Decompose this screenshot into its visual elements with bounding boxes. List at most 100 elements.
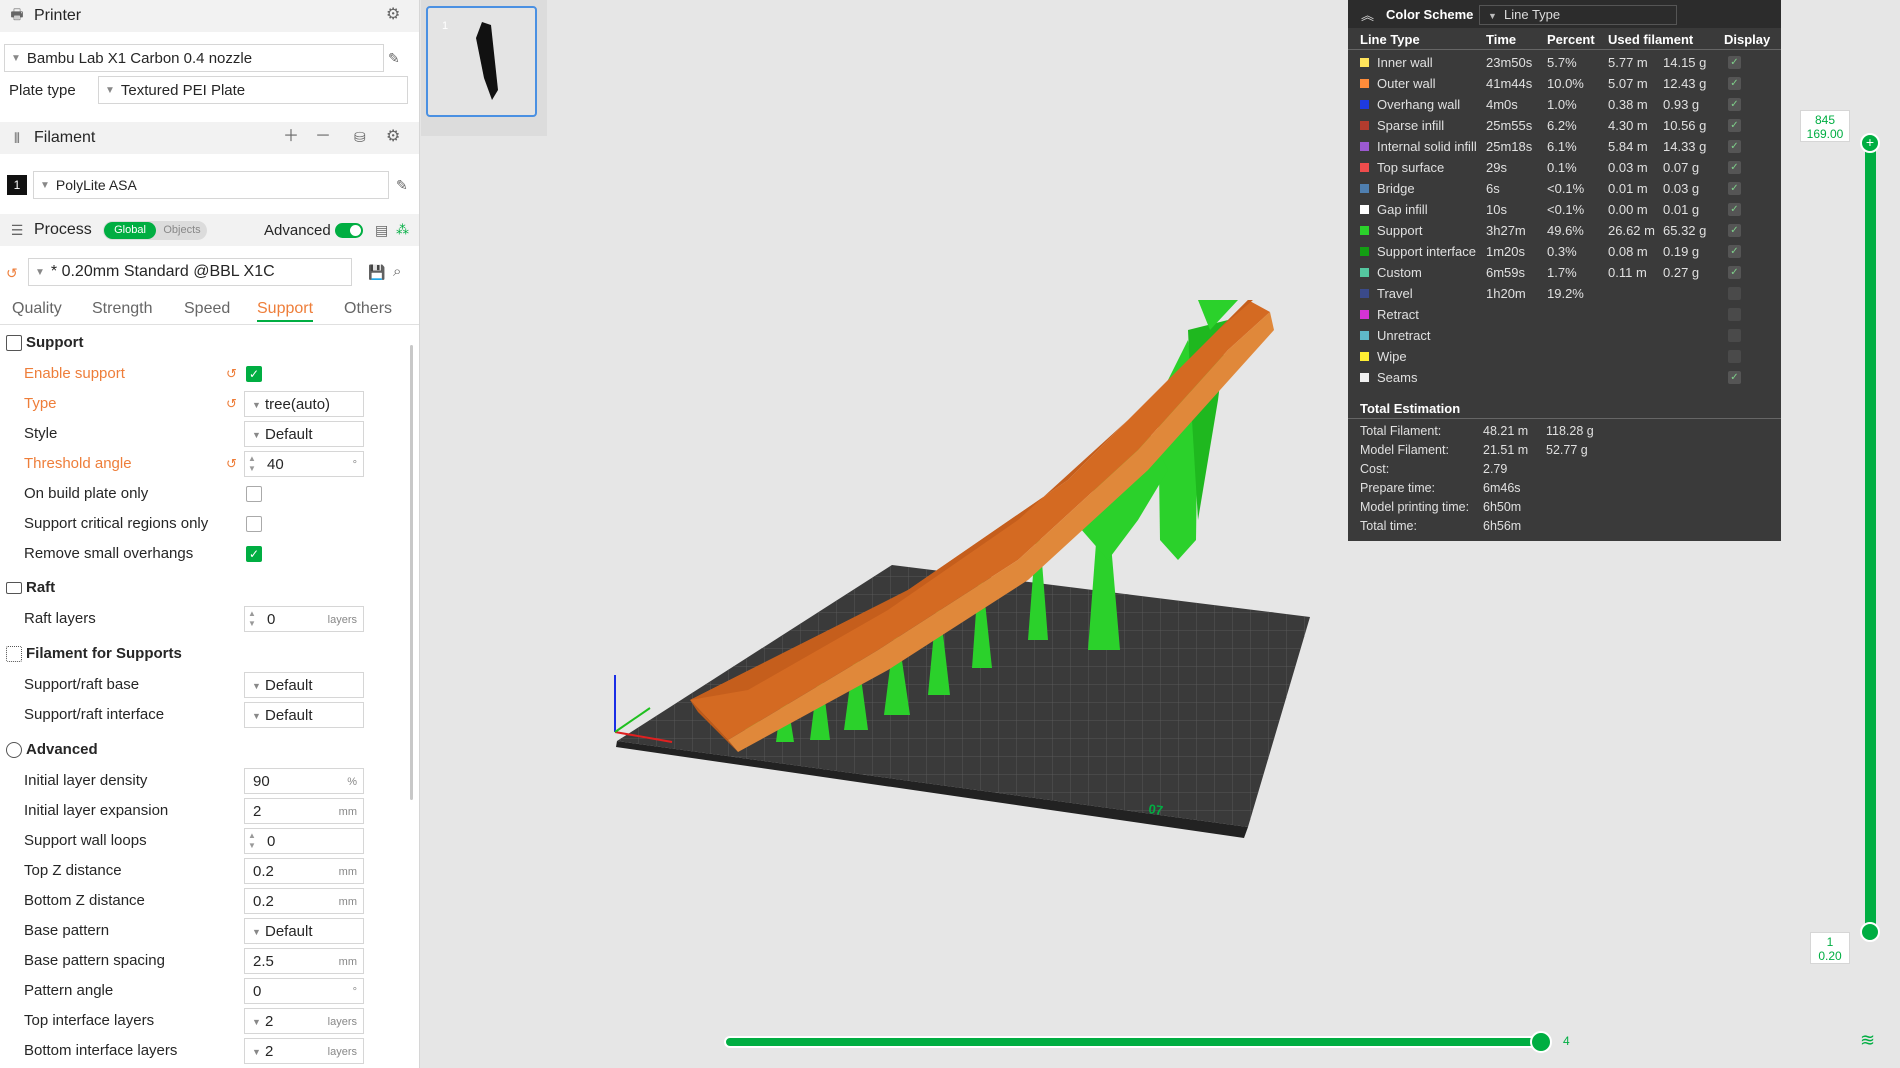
printer-select-value: Bambu Lab X1 Carbon 0.4 nozzle bbox=[26, 49, 253, 67]
on-build-plate-checkbox[interactable] bbox=[246, 486, 262, 502]
process-preset-select[interactable]: ▼ * 0.20mm Standard @BBL X1C bbox=[28, 258, 352, 286]
display-checkbox[interactable]: ✓ bbox=[1728, 182, 1741, 195]
line-type-row[interactable]: Inner wall 23m50s 5.7% 5.77 m 14.15 g ✓ bbox=[1348, 52, 1781, 73]
reset-icon[interactable]: ↺ bbox=[226, 456, 237, 472]
display-checkbox[interactable]: ✓ bbox=[1728, 350, 1741, 363]
threshold-angle-input[interactable]: ▲ ▼ 40 ° bbox=[244, 451, 364, 477]
display-checkbox[interactable]: ✓ bbox=[1728, 245, 1741, 258]
display-checkbox[interactable]: ✓ bbox=[1728, 308, 1741, 321]
gear-icon[interactable]: ⚙ bbox=[386, 7, 400, 23]
initial-expansion-input[interactable]: 2 mm bbox=[244, 798, 364, 824]
list-view-icon[interactable]: ▤ bbox=[375, 222, 388, 238]
edit-icon[interactable]: ✎ bbox=[396, 177, 408, 193]
display-checkbox[interactable]: ✓ bbox=[1728, 203, 1741, 216]
printer-section-header[interactable]: 🖶 Printer ⚙ bbox=[0, 0, 419, 32]
line-type-row[interactable]: Outer wall 41m44s 10.0% 5.07 m 12.43 g ✓ bbox=[1348, 73, 1781, 94]
objects-toggle-option[interactable]: Objects bbox=[159, 222, 205, 239]
remove-small-checkbox[interactable]: ✓ bbox=[246, 546, 262, 562]
layer-slider-track[interactable] bbox=[1865, 140, 1876, 930]
type-select[interactable]: ▼ tree(auto) bbox=[244, 391, 364, 417]
base-spacing-input[interactable]: 2.5 mm bbox=[244, 948, 364, 974]
top-z-input[interactable]: 0.2 mm bbox=[244, 858, 364, 884]
tab-quality[interactable]: Quality bbox=[12, 300, 62, 318]
tab-others[interactable]: Others bbox=[344, 300, 392, 318]
raft-interface-select[interactable]: ▼ Default bbox=[244, 702, 364, 728]
filament-select[interactable]: ▼ PolyLite ASA bbox=[33, 171, 389, 199]
line-type-row[interactable]: Bridge 6s <0.1% 0.01 m 0.03 g ✓ bbox=[1348, 178, 1781, 199]
raft-layers-input[interactable]: ▲ ▼ 0 layers bbox=[244, 606, 364, 632]
sidebar-scrollbar[interactable] bbox=[410, 345, 413, 800]
line-type-row[interactable]: Overhang wall 4m0s 1.0% 0.38 m 0.93 g ✓ bbox=[1348, 94, 1781, 115]
line-type-row[interactable]: Wipe ✓ bbox=[1348, 346, 1781, 367]
reset-icon[interactable]: ↺ bbox=[226, 366, 237, 382]
line-type-row[interactable]: Retract ✓ bbox=[1348, 304, 1781, 325]
line-type-row[interactable]: Top surface 29s 0.1% 0.03 m 0.07 g ✓ bbox=[1348, 157, 1781, 178]
reset-icon[interactable]: ↺ bbox=[226, 396, 237, 412]
color-scheme-select[interactable]: ▼ Line Type bbox=[1479, 5, 1677, 25]
bottom-z-input[interactable]: 0.2 mm bbox=[244, 888, 364, 914]
filament-sync-icon[interactable]: ⛁ bbox=[354, 129, 366, 145]
layers-icon[interactable]: ≋ bbox=[1860, 1030, 1875, 1051]
move-slider-knob[interactable] bbox=[1530, 1031, 1552, 1053]
raft-base-select[interactable]: ▼ Default bbox=[244, 672, 364, 698]
printer-select[interactable]: ▼ Bambu Lab X1 Carbon 0.4 nozzle bbox=[4, 44, 384, 72]
line-type-row[interactable]: Gap infill 10s <0.1% 0.00 m 0.01 g ✓ bbox=[1348, 199, 1781, 220]
top-interface-select[interactable]: ▼ 2 layers bbox=[244, 1008, 364, 1034]
plate-thumbnail[interactable]: 1 bbox=[426, 6, 537, 117]
compare-icon[interactable]: ⁂ bbox=[396, 222, 409, 238]
gear-icon[interactable]: ⚙ bbox=[386, 129, 400, 145]
line-type-row[interactable]: Support interface 1m20s 0.3% 0.08 m 0.19 g ✓ bbox=[1348, 241, 1781, 262]
line-type-row[interactable]: Internal solid infill 25m18s 6.1% 5.84 m 14.… bbox=[1348, 136, 1781, 157]
base-spacing-label: Base pattern spacing bbox=[24, 952, 165, 969]
line-type-row[interactable]: Unretract ✓ bbox=[1348, 325, 1781, 346]
base-pattern-select[interactable]: ▼ Default bbox=[244, 918, 364, 944]
display-checkbox[interactable]: ✓ bbox=[1728, 161, 1741, 174]
display-checkbox[interactable]: ✓ bbox=[1728, 224, 1741, 237]
spinner-icon[interactable]: ▲ ▼ bbox=[248, 609, 256, 629]
pattern-angle-input[interactable]: 0 ° bbox=[244, 978, 364, 1004]
bottom-interface-select[interactable]: ▼ 2 layers bbox=[244, 1038, 364, 1064]
line-type-row[interactable]: Travel 1h20m 19.2% ✓ bbox=[1348, 283, 1781, 304]
display-checkbox[interactable]: ✓ bbox=[1728, 140, 1741, 153]
spinner-icon[interactable]: ▲ ▼ bbox=[248, 831, 256, 851]
line-type-row[interactable]: Custom 6m59s 1.7% 0.11 m 0.27 g ✓ bbox=[1348, 262, 1781, 283]
enable-support-checkbox[interactable]: ✓ bbox=[246, 366, 262, 382]
style-select[interactable]: ▼ Default bbox=[244, 421, 364, 447]
tab-speed[interactable]: Speed bbox=[184, 300, 230, 318]
display-checkbox[interactable]: ✓ bbox=[1728, 266, 1741, 279]
remove-icon[interactable]: － bbox=[315, 129, 331, 145]
wall-loops-input[interactable]: ▲ ▼ 0 bbox=[244, 828, 364, 854]
plate-type-select[interactable]: ▼ Textured PEI Plate bbox=[98, 76, 408, 104]
layer-slider-top-knob[interactable]: + bbox=[1860, 133, 1880, 153]
line-type-row[interactable]: Seams ✓ bbox=[1348, 367, 1781, 388]
tab-support[interactable]: Support bbox=[257, 300, 314, 322]
global-toggle-option[interactable]: Global bbox=[104, 222, 156, 239]
display-checkbox[interactable]: ✓ bbox=[1728, 119, 1741, 132]
reset-icon[interactable]: ↺ bbox=[6, 265, 18, 281]
initial-density-input[interactable]: 90% bbox=[244, 768, 364, 794]
save-icon[interactable]: 💾 bbox=[368, 264, 385, 280]
display-checkbox[interactable]: ✓ bbox=[1728, 287, 1741, 300]
collapse-icon[interactable]: ︽ bbox=[1361, 5, 1374, 24]
move-slider-track[interactable] bbox=[724, 1036, 1544, 1048]
line-type-time: 1m20s bbox=[1486, 244, 1526, 259]
spinner-icon[interactable]: ▲ ▼ bbox=[248, 454, 256, 474]
edit-icon[interactable]: ✎ bbox=[388, 50, 400, 66]
filament-slot-badge[interactable]: 1 bbox=[7, 175, 27, 195]
display-checkbox[interactable]: ✓ bbox=[1728, 329, 1741, 342]
filament-section-header[interactable]: ⦀ Filament ＋ － ⛁ ⚙ bbox=[0, 122, 419, 154]
global-objects-toggle[interactable]: Global Objects bbox=[103, 221, 207, 240]
display-checkbox[interactable]: ✓ bbox=[1728, 56, 1741, 69]
tab-strength[interactable]: Strength bbox=[92, 300, 152, 318]
critical-regions-checkbox[interactable] bbox=[246, 516, 262, 532]
display-checkbox[interactable]: ✓ bbox=[1728, 77, 1741, 90]
search-icon[interactable]: ⌕ bbox=[393, 264, 401, 280]
layer-slider-bottom-knob[interactable] bbox=[1860, 922, 1880, 942]
line-type-row[interactable]: Support 3h27m 49.6% 26.62 m 65.32 g ✓ bbox=[1348, 220, 1781, 241]
display-checkbox[interactable]: ✓ bbox=[1728, 371, 1741, 384]
advanced-toggle[interactable] bbox=[335, 223, 363, 238]
display-checkbox[interactable]: ✓ bbox=[1728, 98, 1741, 111]
line-type-row[interactable]: Sparse infill 25m55s 6.2% 4.30 m 10.56 g ✓ bbox=[1348, 115, 1781, 136]
add-icon[interactable]: ＋ bbox=[283, 129, 299, 145]
enable-support-label: Enable support bbox=[24, 365, 125, 382]
